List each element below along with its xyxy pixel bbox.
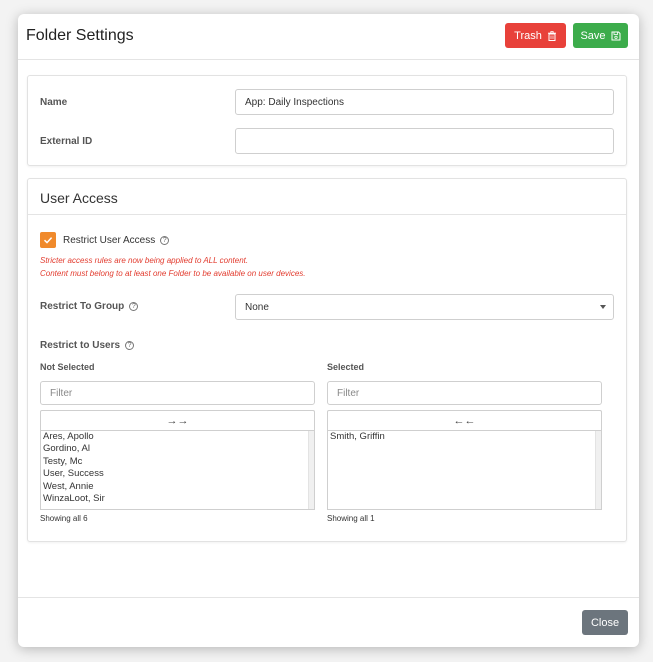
warning-text-1: Stricter access rules are now being appl… <box>40 256 249 265</box>
restrict-to-users-label: Restrict to Users <box>40 340 121 351</box>
not-selected-heading: Not Selected <box>40 362 95 372</box>
close-button[interactable]: Close <box>582 610 628 635</box>
folder-details-card: Name App: Daily Inspections External ID <box>27 75 627 166</box>
caret-down-icon <box>600 305 606 309</box>
list-item[interactable]: WinzaLoot, Sir <box>41 493 314 505</box>
trash-button[interactable]: Trash <box>505 23 566 48</box>
scrollbar[interactable] <box>308 431 314 509</box>
restrict-to-users-row: Restrict to Users? <box>40 340 135 351</box>
selected-filter-input[interactable]: Filter <box>327 381 602 405</box>
name-input[interactable]: App: Daily Inspections <box>235 89 614 115</box>
floppy-disk-icon <box>611 31 621 40</box>
name-label: Name <box>40 97 68 108</box>
move-all-right-button[interactable]: →→ <box>40 410 315 430</box>
user-access-title: User Access <box>40 190 118 206</box>
selected-listbox[interactable]: Smith, Griffin <box>327 430 602 510</box>
list-item[interactable]: Testy, Mc <box>41 456 314 468</box>
warning-text-2: Content must belong to at least one Fold… <box>40 269 306 278</box>
external-id-label: External ID <box>40 136 93 147</box>
trash-icon <box>547 30 556 41</box>
restrict-user-access-row: Restrict User Access? <box>63 235 170 246</box>
not-selected-listbox[interactable]: Ares, Apollo Gordino, Al Testy, Mc User, Su… <box>40 430 315 510</box>
double-arrow-right-icon: →→ <box>166 414 189 427</box>
list-item[interactable]: User, Success <box>41 468 314 480</box>
scrollbar[interactable] <box>595 431 601 509</box>
trash-button-label: Trash <box>514 29 542 42</box>
list-item[interactable]: Gordino, Al <box>41 443 314 455</box>
list-item[interactable]: Ares, Apollo <box>41 431 314 443</box>
list-item[interactable]: West, Annie <box>41 481 314 493</box>
question-circle-icon[interactable]: ? <box>125 340 135 350</box>
move-all-left-button[interactable]: ←← <box>327 410 602 430</box>
list-item[interactable]: Smith, Griffin <box>328 431 601 443</box>
save-button-label: Save <box>580 29 606 42</box>
restrict-to-group-select[interactable]: None <box>235 294 614 320</box>
modal-title: Folder Settings <box>26 27 134 44</box>
save-button[interactable]: Save <box>573 23 628 48</box>
restrict-user-access-checkbox[interactable] <box>40 232 56 248</box>
user-access-card: User Access Restrict User Access? Strict… <box>27 178 627 542</box>
card-divider <box>28 214 626 215</box>
folder-settings-modal: Folder Settings Trash Save Name App: Dai… <box>18 14 639 647</box>
footer-divider <box>18 597 639 598</box>
not-selected-count: Showing all 6 <box>40 514 88 523</box>
restrict-to-group-label: Restrict To Group <box>40 301 125 312</box>
restrict-to-group-row: Restrict To Group? <box>40 301 139 312</box>
question-circle-icon[interactable]: ? <box>160 235 170 245</box>
not-selected-filter-input[interactable]: Filter <box>40 381 315 405</box>
double-arrow-left-icon: ←← <box>453 414 476 427</box>
modal-header: Folder Settings Trash Save <box>18 14 639 60</box>
external-id-input[interactable] <box>235 128 614 154</box>
question-circle-icon[interactable]: ? <box>129 301 139 311</box>
restrict-user-access-label[interactable]: Restrict User Access <box>63 235 155 246</box>
checkmark-icon <box>43 237 53 244</box>
selected-count: Showing all 1 <box>327 514 375 523</box>
selected-heading: Selected <box>327 362 365 372</box>
restrict-to-group-value: None <box>245 301 269 313</box>
